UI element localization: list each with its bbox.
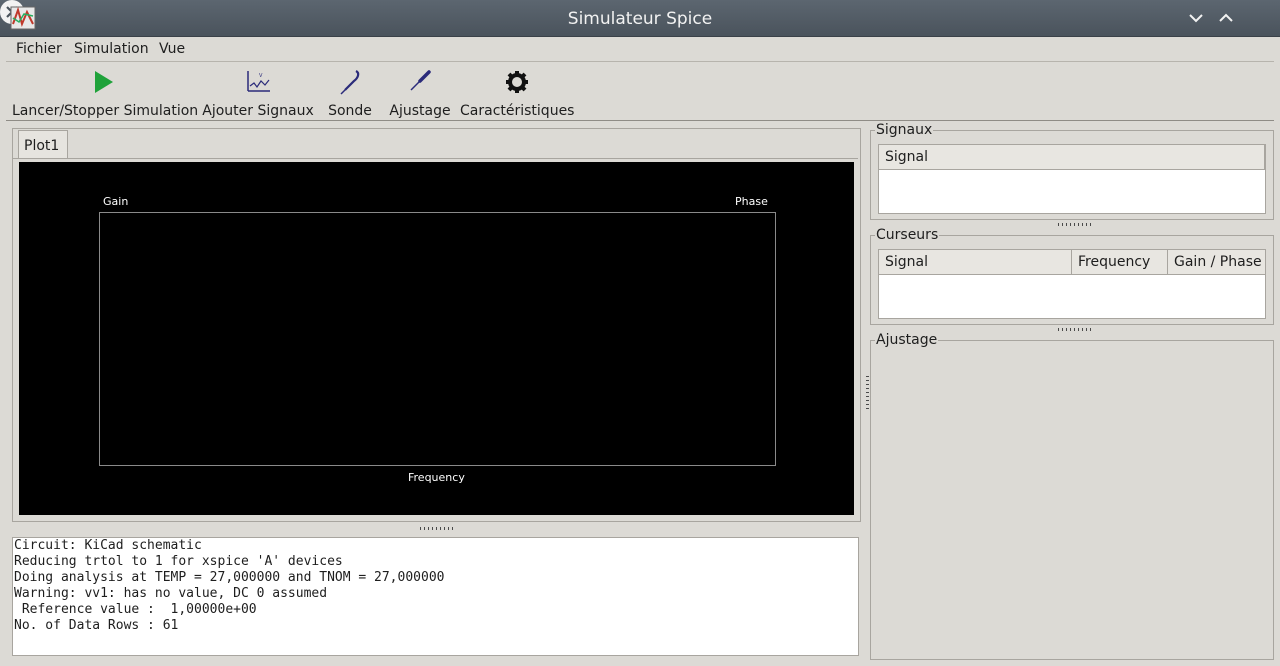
column-gain-phase[interactable]: Gain / Phase (1168, 250, 1265, 274)
menu-vue[interactable]: Vue (159, 41, 185, 57)
horizontal-splitter-handle[interactable] (420, 527, 454, 530)
settings-button[interactable]: Caractéristiques (460, 68, 574, 120)
play-icon (95, 71, 113, 93)
gain-axis-label: Gain (103, 195, 129, 208)
screwdriver-icon (410, 70, 431, 91)
signals-table[interactable]: Signal (878, 144, 1266, 214)
console-line: No. of Data Rows : 61 (14, 618, 179, 633)
plot-canvas[interactable]: Gain Phase Frequency (19, 162, 854, 515)
console-line: Warning: vv1: has no value, DC 0 assumed (14, 586, 328, 601)
cursors-group: Curseurs Signal Frequency Gain / Phase (870, 227, 1274, 325)
column-signal[interactable]: Signal (879, 250, 1072, 274)
tuning-group-title: Ajustage (875, 332, 939, 348)
column-signal[interactable]: Signal (879, 145, 1265, 169)
signals-splitter-handle[interactable] (1058, 223, 1092, 226)
run-simulation-label: Lancer/Stopper Simulation (12, 103, 199, 119)
window-title: Simulateur Spice (567, 9, 713, 29)
tab-divider (13, 158, 858, 159)
probe-label: Sonde (328, 103, 372, 119)
probe-button[interactable]: Sonde (324, 68, 376, 120)
console-line: Circuit: KiCad schematic (14, 538, 202, 553)
console-line: Doing analysis at TEMP = 27,000000 and T… (14, 570, 445, 585)
add-signals-label: Ajouter Signaux (202, 103, 314, 119)
menu-bar: Fichier Simulation Vue (6, 37, 1274, 62)
console-output[interactable]: Circuit: KiCad schematic Reducing trtol … (12, 537, 859, 656)
cursors-group-title: Curseurs (875, 227, 940, 243)
minimize-icon[interactable] (1185, 8, 1207, 28)
title-bar: Simulateur Spice (0, 0, 1280, 37)
signals-group: Signaux Signal (870, 122, 1274, 220)
phase-axis-label: Phase (735, 195, 768, 208)
tuning-group: Ajustage (870, 332, 1274, 660)
cursors-table-header: Signal Frequency Gain / Phase (879, 250, 1265, 275)
add-signals-button[interactable]: V Ajouter Signaux (202, 68, 314, 120)
toolbar: Lancer/Stopper Simulation V Ajouter Sign… (6, 62, 1274, 121)
probe-icon (340, 70, 360, 95)
gear-icon (506, 71, 528, 93)
maximize-icon[interactable] (1215, 8, 1237, 28)
menu-simulation[interactable]: Simulation (74, 41, 149, 57)
settings-label: Caractéristiques (460, 103, 575, 119)
column-frequency[interactable]: Frequency (1072, 250, 1168, 274)
signals-group-title: Signaux (875, 122, 934, 138)
frequency-axis-label: Frequency (408, 471, 465, 484)
vertical-splitter-handle[interactable] (866, 376, 869, 410)
console-line: Reducing trtol to 1 for xspice 'A' devic… (14, 554, 343, 569)
cursors-splitter-handle[interactable] (1058, 328, 1092, 331)
menu-fichier[interactable]: Fichier (16, 41, 62, 57)
plot-panel: Plot1 Gain Phase Frequency (12, 128, 861, 522)
cursors-table[interactable]: Signal Frequency Gain / Phase (878, 249, 1266, 319)
tune-label: Ajustage (389, 103, 451, 119)
plot-area (99, 212, 776, 466)
tab-plot1[interactable]: Plot1 (18, 130, 68, 159)
add-signals-icon: V (247, 71, 270, 92)
tab-plot1-label: Plot1 (24, 138, 60, 154)
console-line: Reference value : 1,00000e+00 (14, 602, 257, 617)
svg-text:V: V (259, 73, 263, 79)
run-simulation-button[interactable]: Lancer/Stopper Simulation (12, 68, 199, 120)
tune-button[interactable]: Ajustage (388, 68, 452, 120)
signals-table-header: Signal (879, 145, 1265, 170)
